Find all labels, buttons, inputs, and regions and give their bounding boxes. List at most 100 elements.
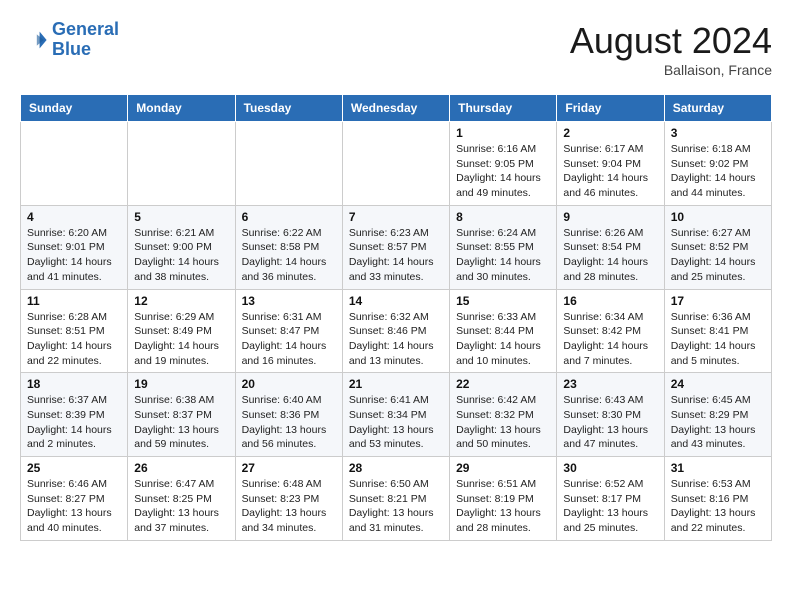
day-info: Sunrise: 6:46 AMSunset: 8:27 PMDaylight:… [27, 477, 121, 536]
day-number: 22 [456, 377, 550, 391]
day-info: Sunrise: 6:31 AMSunset: 8:47 PMDaylight:… [242, 310, 336, 369]
day-number: 27 [242, 461, 336, 475]
day-info: Sunrise: 6:23 AMSunset: 8:57 PMDaylight:… [349, 226, 443, 285]
page-header: General Blue August 2024 Ballaison, Fran… [20, 20, 772, 78]
calendar-cell: 13 Sunrise: 6:31 AMSunset: 8:47 PMDayligh… [235, 289, 342, 373]
calendar-cell: 8 Sunrise: 6:24 AMSunset: 8:55 PMDaylight… [450, 205, 557, 289]
title-block: August 2024 Ballaison, France [570, 20, 772, 78]
weekday-header: Sunday [21, 95, 128, 122]
weekday-header: Monday [128, 95, 235, 122]
day-info: Sunrise: 6:50 AMSunset: 8:21 PMDaylight:… [349, 477, 443, 536]
calendar-cell: 5 Sunrise: 6:21 AMSunset: 9:00 PMDaylight… [128, 205, 235, 289]
calendar-cell: 4Sunrise: 6:20 AMSunset: 9:01 PMDaylight… [21, 205, 128, 289]
calendar-week-row: 18 Sunrise: 6:37 AMSunset: 8:39 PMDayligh… [21, 373, 772, 457]
calendar-cell: 20 Sunrise: 6:40 AMSunset: 8:36 PMDayligh… [235, 373, 342, 457]
day-info: Sunrise: 6:34 AMSunset: 8:42 PMDaylight:… [563, 310, 657, 369]
day-info: Sunrise: 6:43 AMSunset: 8:30 PMDaylight:… [563, 393, 657, 452]
day-info: Sunrise: 6:33 AMSunset: 8:44 PMDaylight:… [456, 310, 550, 369]
day-number: 11 [27, 294, 121, 308]
day-number: 25 [27, 461, 121, 475]
calendar-week-row: 25 Sunrise: 6:46 AMSunset: 8:27 PMDayligh… [21, 457, 772, 541]
day-info: Sunrise: 6:42 AMSunset: 8:32 PMDaylight:… [456, 393, 550, 452]
day-info: Sunrise: 6:17 AMSunset: 9:04 PMDaylight:… [563, 142, 657, 201]
day-info: Sunrise: 6:28 AMSunset: 8:51 PMDaylight:… [27, 310, 121, 369]
calendar-cell: 27 Sunrise: 6:48 AMSunset: 8:23 PMDayligh… [235, 457, 342, 541]
calendar-cell: 19 Sunrise: 6:38 AMSunset: 8:37 PMDayligh… [128, 373, 235, 457]
day-number: 24 [671, 377, 765, 391]
day-info: Sunrise: 6:22 AMSunset: 8:58 PMDaylight:… [242, 226, 336, 285]
day-number: 1 [456, 126, 550, 140]
day-number: 26 [134, 461, 228, 475]
day-info: Sunrise: 6:53 AMSunset: 8:16 PMDaylight:… [671, 477, 765, 536]
calendar-cell: 22 Sunrise: 6:42 AMSunset: 8:32 PMDayligh… [450, 373, 557, 457]
calendar-cell [21, 122, 128, 206]
calendar-cell: 6 Sunrise: 6:22 AMSunset: 8:58 PMDaylight… [235, 205, 342, 289]
day-number: 8 [456, 210, 550, 224]
day-info: Sunrise: 6:21 AMSunset: 9:00 PMDaylight:… [134, 226, 228, 285]
day-number: 10 [671, 210, 765, 224]
calendar-cell: 2 Sunrise: 6:17 AMSunset: 9:04 PMDaylight… [557, 122, 664, 206]
day-info: Sunrise: 6:16 AMSunset: 9:05 PMDaylight:… [456, 142, 550, 201]
day-info: Sunrise: 6:52 AMSunset: 8:17 PMDaylight:… [563, 477, 657, 536]
day-info: Sunrise: 6:26 AMSunset: 8:54 PMDaylight:… [563, 226, 657, 285]
day-info: Sunrise: 6:32 AMSunset: 8:46 PMDaylight:… [349, 310, 443, 369]
calendar-cell: 16 Sunrise: 6:34 AMSunset: 8:42 PMDayligh… [557, 289, 664, 373]
day-info: Sunrise: 6:37 AMSunset: 8:39 PMDaylight:… [27, 393, 121, 452]
logo-text: General Blue [52, 20, 119, 60]
day-info: Sunrise: 6:38 AMSunset: 8:37 PMDaylight:… [134, 393, 228, 452]
calendar-cell: 31 Sunrise: 6:53 AMSunset: 8:16 PMDayligh… [664, 457, 771, 541]
calendar-cell: 12Sunrise: 6:29 AMSunset: 8:49 PMDayligh… [128, 289, 235, 373]
day-info: Sunrise: 6:41 AMSunset: 8:34 PMDaylight:… [349, 393, 443, 452]
day-number: 28 [349, 461, 443, 475]
calendar-cell: 10 Sunrise: 6:27 AMSunset: 8:52 PMDayligh… [664, 205, 771, 289]
day-number: 6 [242, 210, 336, 224]
day-number: 18 [27, 377, 121, 391]
calendar-cell [342, 122, 449, 206]
day-info: Sunrise: 6:24 AMSunset: 8:55 PMDaylight:… [456, 226, 550, 285]
day-number: 9 [563, 210, 657, 224]
logo: General Blue [20, 20, 119, 60]
calendar-cell: 23Sunrise: 6:43 AMSunset: 8:30 PMDayligh… [557, 373, 664, 457]
calendar-cell: 3 Sunrise: 6:18 AMSunset: 9:02 PMDaylight… [664, 122, 771, 206]
calendar-cell: 30Sunrise: 6:52 AMSunset: 8:17 PMDayligh… [557, 457, 664, 541]
day-number: 7 [349, 210, 443, 224]
calendar-cell: 15 Sunrise: 6:33 AMSunset: 8:44 PMDayligh… [450, 289, 557, 373]
day-number: 5 [134, 210, 228, 224]
day-number: 2 [563, 126, 657, 140]
day-number: 19 [134, 377, 228, 391]
calendar-cell: 25 Sunrise: 6:46 AMSunset: 8:27 PMDayligh… [21, 457, 128, 541]
day-number: 3 [671, 126, 765, 140]
day-info: Sunrise: 6:27 AMSunset: 8:52 PMDaylight:… [671, 226, 765, 285]
calendar-week-row: 1 Sunrise: 6:16 AMSunset: 9:05 PMDaylight… [21, 122, 772, 206]
day-info: Sunrise: 6:18 AMSunset: 9:02 PMDaylight:… [671, 142, 765, 201]
day-number: 12 [134, 294, 228, 308]
calendar-cell: 1 Sunrise: 6:16 AMSunset: 9:05 PMDaylight… [450, 122, 557, 206]
day-number: 29 [456, 461, 550, 475]
day-info: Sunrise: 6:45 AMSunset: 8:29 PMDaylight:… [671, 393, 765, 452]
day-info: Sunrise: 6:20 AMSunset: 9:01 PMDaylight:… [27, 226, 121, 285]
day-number: 16 [563, 294, 657, 308]
day-number: 14 [349, 294, 443, 308]
calendar: SundayMondayTuesdayWednesdayThursdayFrid… [20, 94, 772, 541]
calendar-cell: 26Sunrise: 6:47 AMSunset: 8:25 PMDayligh… [128, 457, 235, 541]
calendar-cell: 7 Sunrise: 6:23 AMSunset: 8:57 PMDaylight… [342, 205, 449, 289]
day-number: 21 [349, 377, 443, 391]
day-number: 13 [242, 294, 336, 308]
calendar-cell: 14 Sunrise: 6:32 AMSunset: 8:46 PMDayligh… [342, 289, 449, 373]
day-info: Sunrise: 6:40 AMSunset: 8:36 PMDaylight:… [242, 393, 336, 452]
calendar-cell [235, 122, 342, 206]
day-number: 31 [671, 461, 765, 475]
day-number: 20 [242, 377, 336, 391]
month-title: August 2024 [570, 20, 772, 62]
day-number: 15 [456, 294, 550, 308]
weekday-header: Wednesday [342, 95, 449, 122]
weekday-header: Thursday [450, 95, 557, 122]
day-info: Sunrise: 6:51 AMSunset: 8:19 PMDaylight:… [456, 477, 550, 536]
calendar-week-row: 4Sunrise: 6:20 AMSunset: 9:01 PMDaylight… [21, 205, 772, 289]
weekday-header: Tuesday [235, 95, 342, 122]
calendar-cell: 17Sunrise: 6:36 AMSunset: 8:41 PMDayligh… [664, 289, 771, 373]
day-info: Sunrise: 6:48 AMSunset: 8:23 PMDaylight:… [242, 477, 336, 536]
calendar-cell: 28 Sunrise: 6:50 AMSunset: 8:21 PMDayligh… [342, 457, 449, 541]
day-number: 17 [671, 294, 765, 308]
calendar-cell: 11 Sunrise: 6:28 AMSunset: 8:51 PMDayligh… [21, 289, 128, 373]
